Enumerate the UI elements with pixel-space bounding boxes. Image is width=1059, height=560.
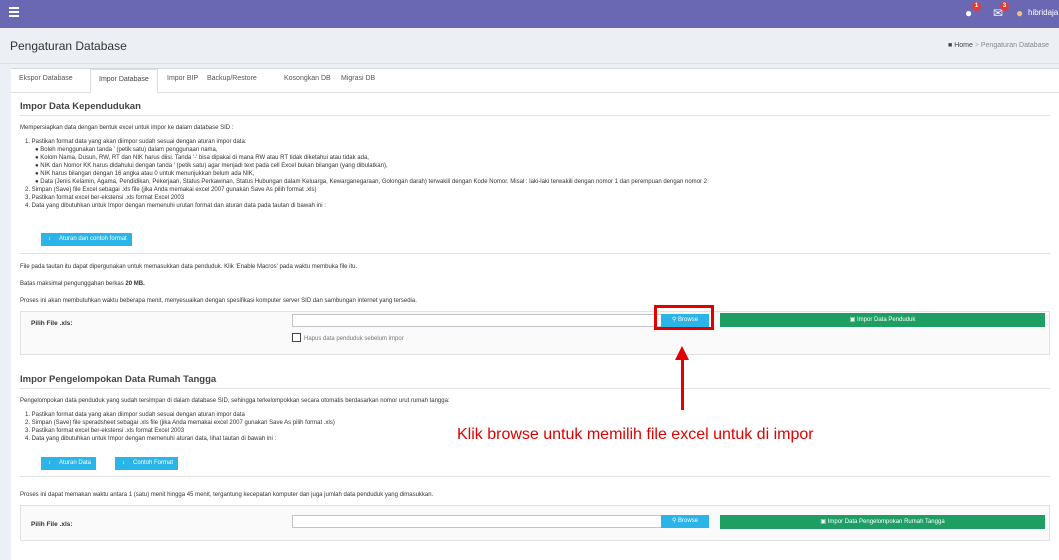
upload-icon: ▣: [849, 317, 856, 323]
example-format-button-label: Contoh Format: [133, 460, 174, 466]
section1-bullet-5: ● Data (Jenis Kelamin, Agama, Pendidikan…: [35, 179, 708, 185]
user-name[interactable]: hibridaja: [1028, 8, 1058, 17]
example-format-button[interactable]: ↓ Contoh Format: [115, 457, 179, 470]
section2-intro: Pengelompokan data penduduk yang sudah t…: [20, 398, 450, 404]
section1-step-1: 1. Pastikan format data yang akan diimpo…: [25, 139, 247, 145]
section1-step-3: 3. Pastikan format excel ber-ekstensi .x…: [25, 195, 185, 201]
user-avatar-icon[interactable]: ●: [1016, 6, 1023, 20]
download-icon: ↓: [48, 236, 51, 242]
rules-and-example-button[interactable]: ↓ Aturan dan contoh format: [41, 233, 132, 246]
breadcrumb-current: Pengaturan Database: [980, 42, 1049, 49]
section2-step-2: 2. Simpan (Save) file speradsheet sebaga…: [25, 420, 335, 426]
section1-intro: Mempersiapkan data dengan bentuk excel u…: [20, 125, 234, 131]
rules-data-button-label: Aturan Data: [59, 460, 92, 466]
rules-data-button[interactable]: ↓ Aturan Data: [41, 457, 97, 470]
hamburger-menu-icon[interactable]: [9, 7, 19, 19]
section1-bullet-3: ● NIK dan Nomor KK harus didahului denga…: [35, 163, 388, 169]
tab-impor-bip[interactable]: Impor BIP: [167, 75, 198, 82]
top-navbar: ● 1 ✉ 3 ● hibridaja: [0, 0, 1059, 28]
annotation-arrow-line: [681, 358, 684, 410]
import-rumah-tangga-button-label: Impor Data Pengelompokan Rumah Tangga: [827, 519, 945, 525]
page-title: Pengaturan Database: [10, 39, 127, 53]
mail-badge: 3: [1000, 2, 1009, 11]
section-divider: [20, 388, 1050, 389]
tab-kosongkan-db[interactable]: Kosongkan DB: [284, 75, 331, 82]
tab-migrasi-db[interactable]: Migrasi DB: [341, 75, 375, 82]
import-penduduk-button[interactable]: ▣ Impor Data Penduduk: [720, 313, 1045, 327]
section1-bullet-4: ● NIK harus bilangan dengan 16 angka ata…: [35, 171, 255, 177]
section2-step-3: 3. Pastikan format excel ber-ekstensi .x…: [25, 428, 185, 434]
import-rumah-tangga-button[interactable]: ▣ Impor Data Pengelompokan Rumah Tangga: [720, 515, 1045, 529]
content-box: Ekspor Database Impor Database Impor BIP…: [11, 68, 1059, 560]
search-icon: ⚲: [671, 518, 677, 524]
macro-note: File pada tautan itu dapat dipergunakan …: [20, 264, 358, 270]
file-label-rumah-tangga: Pilih File .xls:: [31, 521, 73, 528]
delete-before-import-checkbox[interactable]: [292, 333, 301, 342]
max-size-prefix: Batas maksimal pengunggahan berkas: [20, 281, 126, 287]
upload-icon: ▣: [820, 519, 827, 525]
section1-step-4: 4. Data yang dibutuhkan untuk Impor deng…: [25, 203, 326, 209]
tab-backup-restore[interactable]: Backup/Restore: [207, 75, 257, 82]
tab-impor-database[interactable]: Impor Database: [90, 69, 158, 94]
max-size-note: Batas maksimal pengunggahan berkas 20 MB…: [20, 281, 145, 288]
section-heading-kependudukan: Impor Data Kependudukan: [20, 101, 141, 112]
breadcrumb-home[interactable]: Home: [954, 42, 973, 49]
section-heading-rumah-tangga: Impor Pengelompokan Data Rumah Tangga: [20, 374, 217, 385]
breadcrumb: ■ Home > Pengaturan Database: [948, 42, 1049, 49]
tab-bar: Ekspor Database Impor Database Impor BIP…: [11, 69, 1059, 94]
home-icon: ■: [948, 42, 953, 49]
section-divider: [20, 253, 1050, 254]
file-input-rumah-tangga[interactable]: [292, 515, 666, 528]
section2-step-1: 1. Pastikan format data yang akan diimpo…: [25, 412, 245, 418]
section-divider: [20, 115, 1050, 116]
download-icon: ↓: [48, 460, 51, 466]
browse-button-rumah-tangga-label: Browse: [678, 518, 699, 524]
rules-and-example-button-label: Aturan dan contoh format: [59, 236, 127, 242]
page-header: Pengaturan Database ■ Home > Pengaturan …: [0, 28, 1059, 64]
import-penduduk-button-label: Impor Data Penduduk: [856, 317, 916, 323]
message-icon[interactable]: ●: [965, 6, 972, 20]
browse-button-rumah-tangga[interactable]: ⚲ Browse: [661, 515, 709, 528]
section2-step-4: 4. Data yang dibutuhkan untuk Impor deng…: [25, 436, 277, 442]
section-divider: [20, 476, 1050, 477]
message-badge: 1: [972, 2, 981, 11]
process-note-1: Proses ini akan membutuhkan waktu bebera…: [20, 298, 417, 304]
section1-step-2: 2. Simpan (Save) file Excel sebagai .xls…: [25, 187, 317, 193]
file-input-penduduk[interactable]: [292, 314, 666, 327]
max-size-value: 20 MB.: [125, 281, 145, 287]
download-icon: ↓: [122, 460, 125, 466]
process-note-2: Proses ini dapat memakan waktu antara 1 …: [20, 492, 434, 498]
file-label-penduduk: Pilih File .xls:: [31, 320, 73, 327]
annotation-callout: Klik browse untuk memilih file excel unt…: [457, 426, 814, 443]
tab-ekspor-database[interactable]: Ekspor Database: [19, 75, 73, 82]
browse-highlight-box: [654, 305, 714, 330]
section1-bullet-2: ● Kolom Nama, Dusun, RW, RT dan NIK haru…: [35, 155, 369, 161]
delete-before-import-label: Hapus data penduduk sebelum impor: [304, 336, 404, 342]
section1-bullet-1: ● Boleh menggunakan tanda ' (petik satu)…: [35, 147, 218, 153]
